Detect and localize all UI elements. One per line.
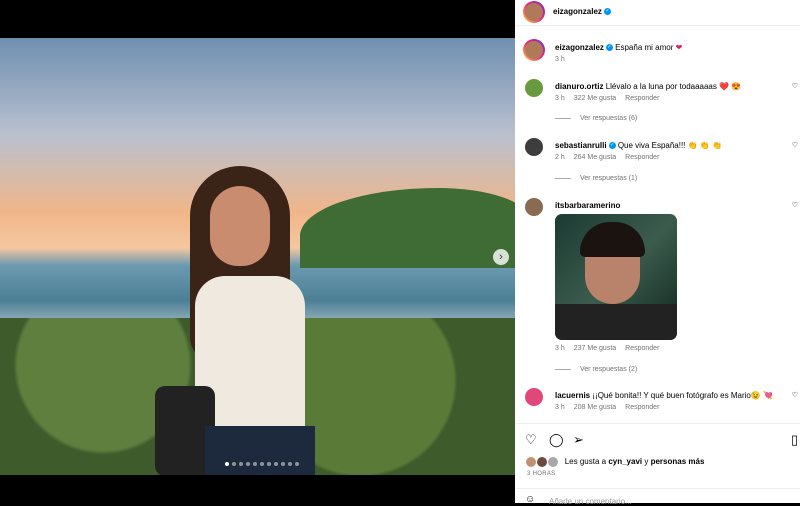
- carousel-dot: [295, 462, 299, 466]
- reply-button[interactable]: Responder: [625, 345, 659, 352]
- post-panel: eizagonzalez ✓ eizagonzalez ✓ España mi am…: [515, 0, 800, 506]
- comment-text-row: dianuro.ortiz Llévalo a la luna por toda…: [555, 81, 795, 92]
- reply-button[interactable]: Responder: [625, 404, 659, 411]
- commenter-avatar[interactable]: [525, 79, 543, 97]
- emoji-icon[interactable]: ☺: [525, 494, 535, 505]
- post-actions: ♡ ◯ ➢ ▯: [515, 423, 800, 452]
- comment-text-row: lacuernis ¡¡Qué bonita!! Y qué buen fotó…: [555, 390, 795, 401]
- verified-icon: ✓: [608, 142, 616, 150]
- likes-user[interactable]: cyn_yavi: [608, 457, 642, 466]
- comment-username[interactable]: sebastianrulli: [555, 141, 607, 150]
- comment-like-icon[interactable]: ♡: [792, 391, 798, 399]
- post-time-ago: 3 HORAS: [527, 471, 556, 477]
- carousel-dot: [239, 462, 243, 466]
- carousel-dot: [288, 462, 292, 466]
- caption-time: 3 h: [555, 56, 574, 63]
- verified-icon: ✓: [605, 44, 613, 52]
- share-icon[interactable]: ➢: [573, 432, 584, 448]
- view-replies-button[interactable]: Ver respuestas (6): [555, 115, 637, 122]
- comment-username[interactable]: dianuro.ortiz: [555, 82, 603, 91]
- comment-meta: 3 h 208 Me gusta Responder: [555, 404, 668, 411]
- liker-avatar: [525, 456, 537, 468]
- likes-prefix: Les gusta a: [564, 457, 607, 467]
- commenter-avatar[interactable]: [525, 198, 543, 216]
- comment-likes[interactable]: 322 Me gusta: [574, 95, 616, 102]
- add-comment-input[interactable]: Añade un comentario...: [549, 497, 632, 506]
- comment-time: 3 h: [555, 345, 565, 352]
- author-username[interactable]: eizagonzalez: [553, 7, 602, 16]
- caption-username[interactable]: eizagonzalez: [555, 43, 604, 52]
- caption-text: España mi amor: [615, 43, 674, 52]
- view-replies-button[interactable]: Ver respuestas (1): [555, 175, 637, 182]
- comment-like-icon[interactable]: ♡: [792, 141, 798, 149]
- view-replies-button[interactable]: Ver respuestas (2): [555, 366, 637, 373]
- comment-text: Llévalo a la luna por todaaaaas ❤️ 😍: [605, 82, 742, 91]
- comment-meta: 3 h 237 Me gusta Responder: [555, 345, 668, 352]
- comment-time: 2 h: [555, 154, 565, 161]
- carousel-dot: [225, 462, 229, 466]
- photo-face: [210, 186, 270, 266]
- photo-person: [155, 166, 355, 475]
- carousel-dot: [246, 462, 250, 466]
- carousel-dot: [267, 462, 271, 466]
- comment: dianuro.ortiz Llévalo a la luna por toda…: [515, 79, 800, 129]
- carousel-dot: [253, 462, 257, 466]
- comment-text-row: itsbarbaramerino: [555, 200, 795, 211]
- next-arrow-icon[interactable]: ›: [493, 249, 509, 265]
- comment-like-icon[interactable]: ♡: [792, 201, 798, 209]
- author-avatar[interactable]: [525, 3, 543, 21]
- comment-username[interactable]: itsbarbaramerino: [555, 201, 620, 210]
- gif-hair: [580, 222, 645, 257]
- reply-button[interactable]: Responder: [625, 95, 659, 102]
- carousel-dot: [281, 462, 285, 466]
- author-name-row: eizagonzalez ✓: [553, 7, 611, 16]
- carousel-dot: [274, 462, 278, 466]
- comment-time: 3 h: [555, 95, 565, 102]
- carousel-dots: [225, 462, 299, 466]
- caption: eizagonzalez ✓ España mi amor ❤ 3 h: [515, 39, 800, 69]
- heart-icon[interactable]: ♡: [525, 432, 537, 448]
- comment-text: ¡¡Qué bonita!! Y qué buen fotógrafo es M…: [592, 391, 773, 400]
- comment-text-row: sebastianrulli ✓ Que viva España!!! 👏 👏 👏: [555, 140, 795, 151]
- liker-avatar: [536, 456, 549, 468]
- comment-likes[interactable]: 208 Me gusta: [574, 404, 616, 411]
- carousel-dot: [232, 462, 236, 466]
- post-header: eizagonzalez ✓: [515, 0, 800, 26]
- comment-likes[interactable]: 237 Me gusta: [574, 345, 616, 352]
- comment-likes[interactable]: 264 Me gusta: [574, 154, 616, 161]
- comment-username[interactable]: lacuernis: [555, 391, 590, 400]
- commenter-avatar[interactable]: [525, 388, 543, 406]
- reply-button[interactable]: Responder: [625, 154, 659, 161]
- comment-gif[interactable]: [555, 214, 677, 340]
- comment-meta: 3 h 322 Me gusta Responder: [555, 95, 668, 102]
- comment-icon[interactable]: ◯: [549, 432, 564, 448]
- comment: sebastianrulli ✓ Que viva España!!! 👏 👏 👏…: [515, 138, 800, 188]
- likes-others[interactable]: personas más: [651, 457, 705, 466]
- author-avatar[interactable]: [525, 41, 543, 59]
- bookmark-icon[interactable]: ▯: [791, 432, 798, 448]
- caption-time-text: 3 h: [555, 56, 565, 63]
- add-comment-bar: ☺ Añade un comentario...: [515, 488, 800, 506]
- likes-middle: y: [644, 457, 649, 467]
- verified-icon: ✓: [603, 8, 611, 16]
- post-photo[interactable]: [0, 38, 515, 475]
- liker-avatar: [547, 456, 560, 468]
- comment-like-icon[interactable]: ♡: [792, 82, 798, 90]
- carousel-dot: [260, 462, 264, 466]
- comment-text: Que viva España!!! 👏 👏 👏: [617, 141, 722, 150]
- caption-emoji: ❤: [675, 43, 683, 52]
- comment: lacuernis ¡¡Qué bonita!! Y qué buen fotó…: [515, 388, 800, 418]
- gif-shirt: [555, 304, 677, 340]
- comment-time: 3 h: [555, 404, 565, 411]
- commenter-avatar[interactable]: [525, 138, 543, 156]
- photo-jeans: [205, 426, 315, 475]
- post-media: ›: [0, 0, 515, 503]
- caption-text-row: eizagonzalez ✓ España mi amor ❤: [555, 42, 795, 53]
- likes-line: Les gusta a cyn_yavi y personas más: [525, 456, 795, 468]
- comment-meta: 2 h 264 Me gusta Responder: [555, 154, 668, 161]
